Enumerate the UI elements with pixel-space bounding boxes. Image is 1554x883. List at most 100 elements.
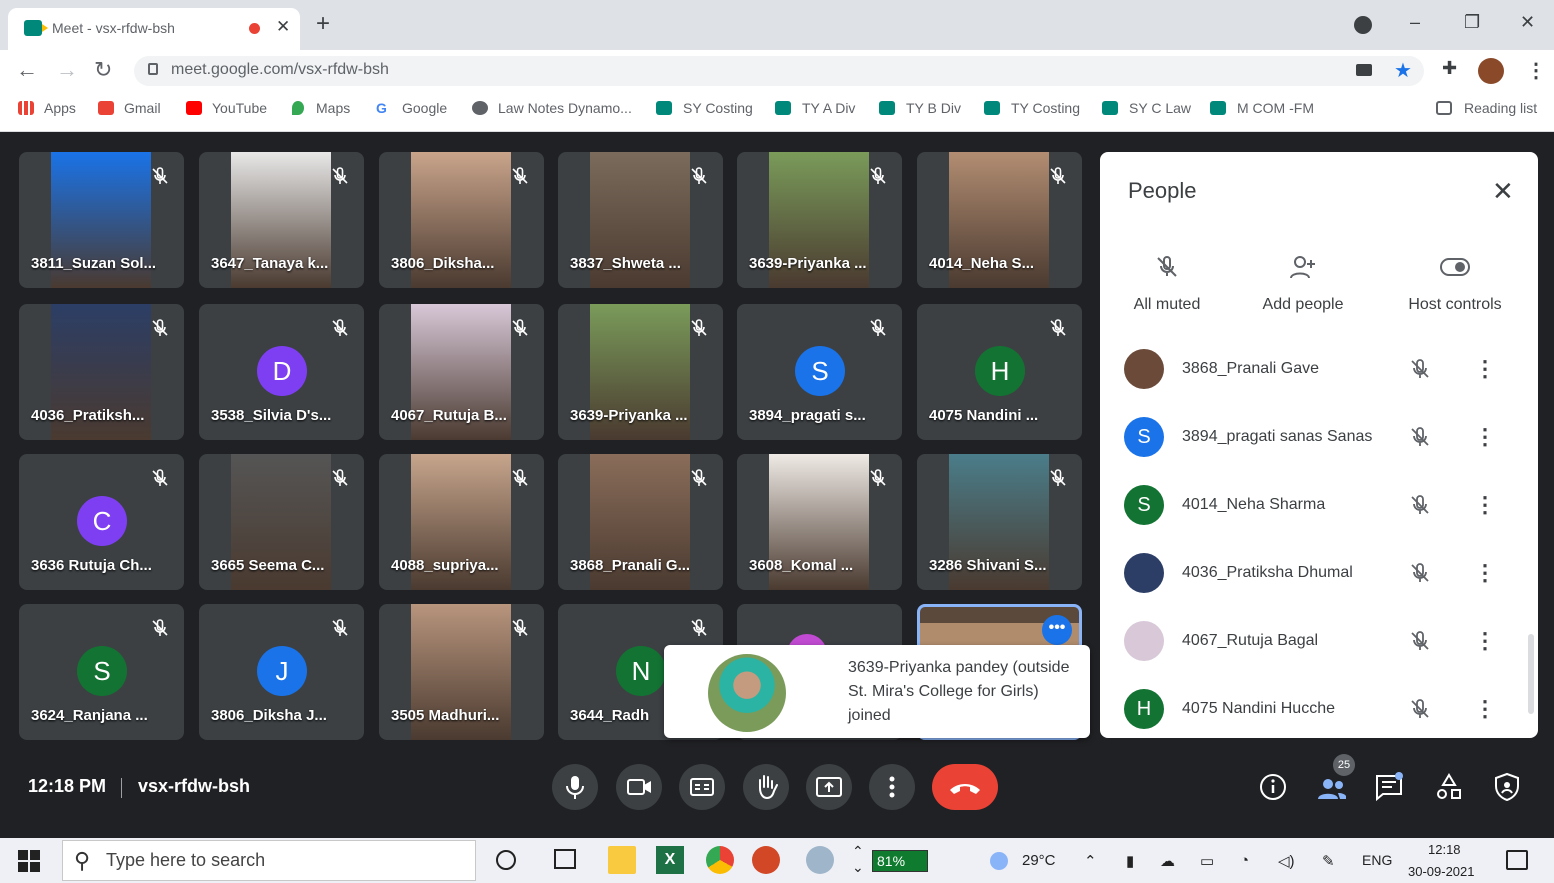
people-icon[interactable] [1316, 772, 1346, 802]
battery-widget[interactable]: 81% [872, 850, 928, 872]
bookmark-gmail[interactable]: Gmail [124, 100, 161, 116]
tab-close-icon[interactable]: ✕ [276, 17, 290, 37]
camera-button[interactable] [616, 764, 662, 810]
participant-tile[interactable]: 3639-Priyanka ... [737, 152, 902, 288]
bookmark-youtube[interactable]: YouTube [212, 100, 267, 116]
person-more-options-icon[interactable]: ⋮ [1474, 698, 1496, 720]
more-options-button[interactable] [869, 764, 915, 810]
tray-overflow-icon[interactable]: ⌃ ⌄ [852, 843, 864, 875]
bookmark-m-com-fm[interactable]: M COM -FM [1237, 100, 1314, 116]
excel-icon[interactable]: X [656, 846, 684, 874]
raise-hand-button[interactable] [743, 764, 789, 810]
pen-icon[interactable]: ✎ [1322, 852, 1335, 870]
microphone-tray-icon[interactable]: ▮ [1126, 852, 1134, 870]
participant-tile[interactable]: C 3636 Rutuja Ch... [19, 454, 184, 590]
person-more-options-icon[interactable]: ⋮ [1474, 630, 1496, 652]
minimize-button[interactable]: – [1410, 12, 1420, 33]
bookmark-sy-costing[interactable]: SY Costing [683, 100, 753, 116]
person-mic-off-icon[interactable] [1408, 629, 1432, 653]
person-more-options-icon[interactable]: ⋮ [1474, 562, 1496, 584]
language-indicator[interactable]: ENG [1362, 852, 1392, 868]
bookmark-ty-a-div[interactable]: TY A Div [802, 100, 855, 116]
close-panel-button[interactable]: ✕ [1492, 176, 1514, 207]
host-controls-icon[interactable] [1440, 258, 1470, 276]
chrome-taskbar-icon[interactable] [706, 846, 734, 874]
person-mic-off-icon[interactable] [1408, 425, 1432, 449]
temperature[interactable]: 29°C [1022, 852, 1056, 869]
volume-icon[interactable]: ◁) [1278, 852, 1295, 870]
present-button[interactable] [806, 764, 852, 810]
participant-tile[interactable]: 4014_Neha S... [917, 152, 1082, 288]
battery-tray-icon[interactable]: ▭ [1200, 852, 1214, 870]
back-button[interactable]: ← [16, 58, 38, 82]
clock-date[interactable]: 30-09-2021 [1408, 864, 1475, 879]
wifi-icon[interactable]: ◔ [1240, 852, 1249, 869]
person-mic-off-icon[interactable] [1408, 357, 1432, 381]
participant-tile[interactable]: 3868_Pranali G... [558, 454, 723, 590]
more-options-icon[interactable]: ••• [1042, 615, 1072, 645]
camera-in-use-icon[interactable] [1356, 64, 1372, 76]
bookmark-google[interactable]: Google [402, 100, 447, 116]
leave-call-button[interactable] [932, 764, 998, 810]
microphone-button[interactable] [552, 764, 598, 810]
panel-scrollbar[interactable] [1528, 634, 1534, 714]
participant-tile[interactable]: 4088_supriya... [379, 454, 544, 590]
windows-start-icon[interactable] [18, 850, 40, 872]
person-mic-off-icon[interactable] [1408, 493, 1432, 517]
participant-tile[interactable]: 3811_Suzan Sol... [19, 152, 184, 288]
new-tab-button[interactable]: + [316, 12, 330, 36]
participant-tile[interactable]: 3806_Diksha... [379, 152, 544, 288]
profile-menu-icon[interactable] [1354, 16, 1372, 34]
show-hidden-icons[interactable]: ⌃ [1084, 852, 1097, 870]
reading-list[interactable]: Reading list [1464, 100, 1537, 116]
participant-tile[interactable]: 3837_Shweta ... [558, 152, 723, 288]
file-explorer-icon[interactable] [608, 846, 636, 874]
add-people-button[interactable]: Add people [1250, 296, 1356, 314]
person-more-options-icon[interactable]: ⋮ [1474, 426, 1496, 448]
lock-icon[interactable] [148, 63, 158, 75]
browser-tab[interactable]: Meet - vsx-rfdw-bsh ✕ [8, 8, 300, 50]
extensions-icon[interactable]: ✚ [1442, 58, 1457, 79]
participant-tile[interactable]: S 3894_pragati s... [737, 304, 902, 440]
meeting-details-icon[interactable] [1258, 772, 1288, 802]
participant-tile[interactable]: 4067_Rutuja B... [379, 304, 544, 440]
task-view-icon[interactable] [554, 849, 576, 869]
url-text[interactable]: meet.google.com/vsx-rfdw-bsh [171, 61, 389, 79]
participant-tile[interactable]: D 3538_Silvia D's... [199, 304, 364, 440]
captions-button[interactable] [679, 764, 725, 810]
add-person-icon[interactable] [1289, 254, 1317, 280]
bookmark-law-notes[interactable]: Law Notes Dynamo... [498, 100, 632, 116]
participant-tile[interactable]: J 3806_Diksha J... [199, 604, 364, 740]
participant-tile[interactable]: 3608_Komal ... [737, 454, 902, 590]
participant-tile[interactable]: S 3624_Ranjana ... [19, 604, 184, 740]
onedrive-icon[interactable]: ☁ [1160, 852, 1175, 870]
activities-icon[interactable] [1434, 772, 1464, 802]
participant-tile[interactable]: H 4075 Nandini ... [917, 304, 1082, 440]
profile-avatar[interactable] [1478, 58, 1504, 84]
chrome-menu-icon[interactable]: ⋮ [1526, 58, 1546, 83]
participant-tile[interactable]: 3647_Tanaya k... [199, 152, 364, 288]
bookmark-maps[interactable]: Maps [316, 100, 350, 116]
bookmark-ty-costing[interactable]: TY Costing [1011, 100, 1080, 116]
participant-tile[interactable]: 3286 Shivani S... [917, 454, 1082, 590]
bookmark-star-icon[interactable]: ★ [1394, 58, 1412, 83]
person-more-options-icon[interactable]: ⋮ [1474, 358, 1496, 380]
notifications-icon[interactable] [1506, 850, 1528, 870]
person-mic-off-icon[interactable] [1408, 697, 1432, 721]
participant-tile[interactable]: 3505 Madhuri... [379, 604, 544, 740]
host-safety-icon[interactable] [1492, 772, 1522, 802]
chat-icon[interactable] [1374, 772, 1404, 802]
forward-button[interactable]: → [56, 58, 78, 82]
person-mic-off-icon[interactable] [1408, 561, 1432, 585]
clock-time[interactable]: 12:18 [1428, 842, 1461, 857]
participant-tile[interactable]: 4036_Pratiksh... [19, 304, 184, 440]
paint-icon[interactable] [806, 846, 834, 874]
host-controls-button[interactable]: Host controls [1396, 296, 1514, 314]
cortana-icon[interactable] [496, 850, 516, 870]
powerpoint-icon[interactable] [752, 846, 780, 874]
bookmark-ty-b-div[interactable]: TY B Div [906, 100, 961, 116]
bookmark-apps[interactable]: Apps [44, 100, 76, 116]
restore-button[interactable]: ❐ [1464, 12, 1480, 33]
reload-button[interactable]: ↻ [94, 58, 112, 82]
person-more-options-icon[interactable]: ⋮ [1474, 494, 1496, 516]
